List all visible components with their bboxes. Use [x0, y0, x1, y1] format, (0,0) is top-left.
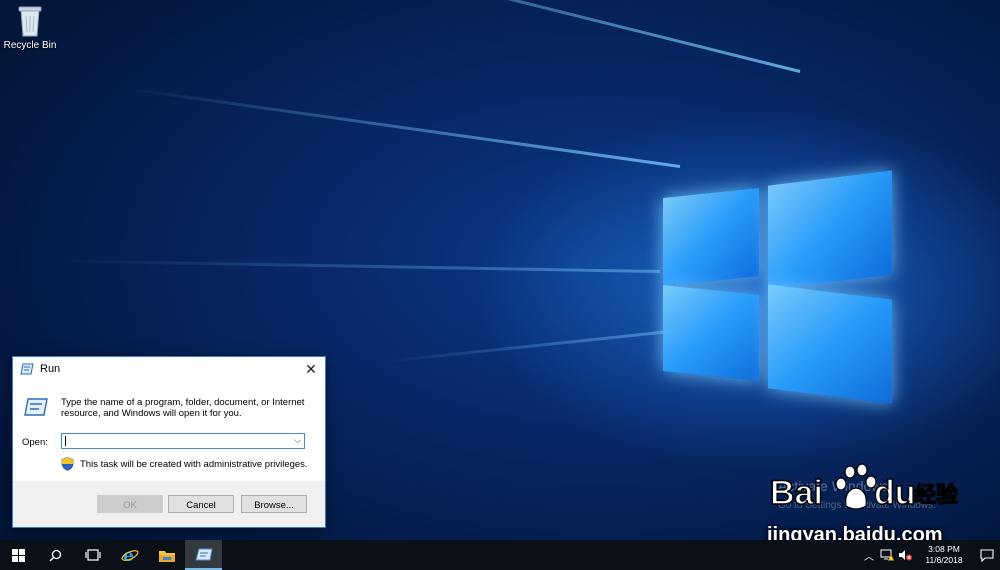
- open-label: Open:: [22, 437, 48, 448]
- cancel-button[interactable]: Cancel: [168, 495, 234, 513]
- open-combobox[interactable]: ⌵: [61, 433, 305, 451]
- recycle-bin-icon: [18, 6, 42, 37]
- svg-text:经验: 经验: [914, 482, 958, 508]
- text-caret: [65, 436, 66, 446]
- internet-explorer-button[interactable]: e: [111, 540, 148, 570]
- clock-date: 11/6/2018: [925, 555, 963, 565]
- show-hidden-icons-button[interactable]: ︿: [860, 540, 878, 570]
- wallpaper-beam: [381, 330, 671, 364]
- action-center-button[interactable]: [974, 540, 1000, 570]
- ok-button[interactable]: OK: [97, 495, 163, 513]
- run-icon: [24, 398, 48, 416]
- run-icon: [194, 548, 213, 560]
- internet-explorer-icon: e: [121, 546, 138, 564]
- network-warning-icon: [880, 549, 894, 561]
- search-icon: [49, 549, 62, 562]
- run-dialog-body: Type the name of a program, folder, docu…: [13, 381, 325, 485]
- wallpaper-pane: [663, 284, 759, 382]
- run-dialog: Run ✕ Type the name of a program, folder…: [12, 356, 326, 528]
- task-view-icon: [84, 549, 101, 561]
- close-icon: ✕: [305, 360, 317, 377]
- network-button[interactable]: [878, 540, 896, 570]
- run-dialog-description: Type the name of a program, folder, docu…: [61, 397, 305, 419]
- start-icon: [12, 548, 25, 562]
- notification-icon: [980, 548, 994, 562]
- wallpaper-pane: [768, 284, 892, 404]
- search-button[interactable]: [37, 540, 74, 570]
- close-button[interactable]: ✕: [297, 357, 325, 381]
- run-dialog-titlebar[interactable]: Run ✕: [13, 357, 325, 381]
- open-input[interactable]: [65, 438, 285, 451]
- desktop-icon-label: Recycle Bin: [3, 40, 57, 51]
- file-explorer-icon: [158, 550, 175, 562]
- chevron-down-icon[interactable]: ⌵: [294, 435, 301, 446]
- svg-text:du: du: [874, 474, 916, 512]
- task-view-button[interactable]: [74, 540, 111, 570]
- run-icon: [20, 363, 34, 375]
- run-dialog-footer: OK Cancel Browse...: [13, 481, 325, 527]
- baidu-watermark-logo: Bai du 经验: [770, 463, 959, 513]
- start-button[interactable]: [0, 540, 37, 570]
- browse-button[interactable]: Browse...: [241, 495, 307, 513]
- wallpaper-beam: [125, 87, 681, 168]
- wallpaper-pane: [663, 187, 759, 287]
- taskbar: e ︿ 3:08 PM 11/6/2018: [0, 540, 1000, 570]
- system-tray: ︿ 3:08 PM 11/6/2018: [860, 540, 1000, 570]
- uac-shield-icon: [61, 457, 74, 471]
- run-taskbar-button[interactable]: [185, 540, 222, 570]
- wallpaper-beam: [217, 0, 801, 73]
- wallpaper-pane: [768, 170, 892, 290]
- run-dialog-title: Run: [40, 363, 61, 375]
- admin-privileges-note: This task will be created with administr…: [80, 459, 308, 470]
- clock[interactable]: 3:08 PM 11/6/2018: [918, 544, 970, 566]
- file-explorer-button[interactable]: [148, 540, 185, 570]
- svg-text:Bai: Bai: [770, 474, 823, 512]
- volume-muted-icon: [899, 550, 912, 561]
- desktop-icon-recycle-bin[interactable]: Recycle Bin: [2, 4, 58, 51]
- wallpaper-beam: [60, 259, 661, 273]
- volume-button[interactable]: [896, 540, 914, 570]
- chevron-up-icon: ︿: [864, 551, 874, 563]
- baidu-watermark-url: jingyan.baidu.com: [767, 524, 943, 540]
- clock-time: 3:08 PM: [928, 544, 960, 554]
